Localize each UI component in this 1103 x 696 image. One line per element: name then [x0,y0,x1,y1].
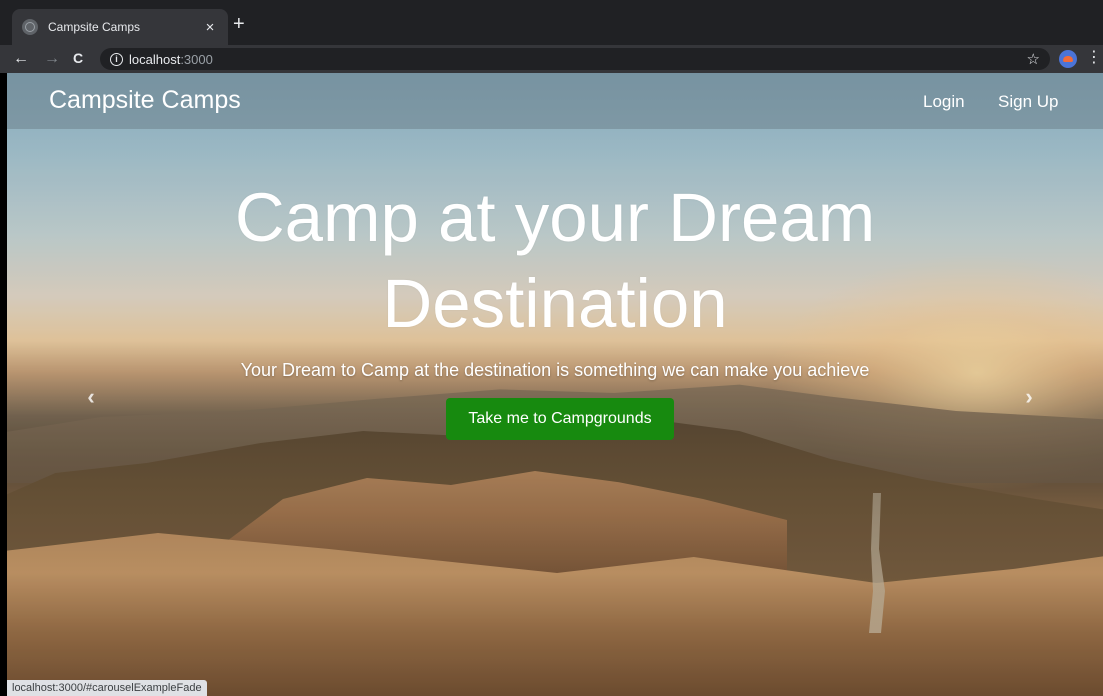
forward-button[interactable]: → [40,50,64,68]
hero-title-line-1: Camp at your Dream [234,179,876,256]
hero-title-line-2: Destination [382,265,728,342]
carousel-next-icon[interactable]: › [1017,385,1041,409]
site-navbar: Campsite Camps Login Sign Up [7,73,1103,129]
url-host: localhost [129,51,181,67]
browser-tab[interactable]: Campsite Camps × [12,9,228,45]
signup-link[interactable]: Sign Up [998,92,1058,112]
login-link[interactable]: Login [923,92,965,112]
carousel-prev-icon[interactable]: ‹ [79,385,103,409]
close-tab-icon[interactable]: × [202,19,218,36]
tab-title: Campsite Camps [48,20,141,34]
reload-button[interactable]: C [66,50,90,66]
campgrounds-button[interactable]: Take me to Campgrounds [446,398,674,440]
hero-title: Camp at your Dream Destination [7,175,1103,347]
browser-tab-strip: Campsite Camps × + [0,0,1103,45]
background-overlay [7,73,1103,696]
back-button[interactable]: ← [9,50,33,68]
address-bar[interactable]: i localhost:3000 ☆ [100,48,1050,70]
hero-subtitle: Your Dream to Camp at the destination is… [240,360,870,380]
page-viewport: Campsite Camps Login Sign Up Camp at you… [7,73,1103,696]
globe-icon [22,19,38,35]
link-status-bar: localhost:3000/#carouselExampleFade [7,680,207,696]
new-tab-button[interactable]: + [233,14,245,34]
browser-toolbar: ← → C i localhost:3000 ☆ ⋮ [0,45,1103,73]
profile-avatar-icon[interactable] [1059,50,1077,68]
bookmark-star-icon[interactable]: ☆ [1027,50,1040,68]
browser-menu-icon[interactable]: ⋮ [1086,50,1102,66]
info-icon[interactable]: i [110,52,123,66]
url-port: :3000 [180,51,213,67]
brand-link[interactable]: Campsite Camps [49,86,241,115]
